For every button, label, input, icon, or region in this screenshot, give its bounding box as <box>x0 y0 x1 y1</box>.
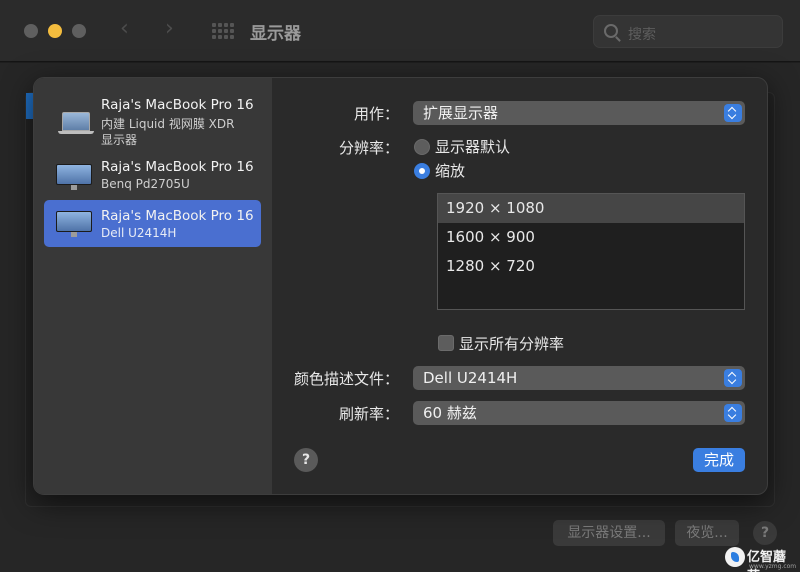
color-profile-label: 颜色描述文件： <box>293 370 399 388</box>
display-name: Raja's MacBook Pro 16 <box>101 159 254 175</box>
popup-arrows-icon <box>724 104 742 122</box>
night-shift-button[interactable]: 夜览... <box>675 520 739 546</box>
close-window-button[interactable] <box>24 24 38 38</box>
monitor-icon <box>56 211 92 237</box>
display-description: 内建 Liquid 视网膜 XDR <box>101 117 235 131</box>
resolution-default-radio[interactable] <box>414 139 430 155</box>
resolution-label: 分辨率： <box>338 139 399 157</box>
show-all-grid-icon[interactable] <box>212 23 234 39</box>
use-as-value: 扩展显示器 <box>423 104 499 122</box>
display-settings-sheet: Raja's MacBook Pro 16 内建 Liquid 视网膜 XDR … <box>33 77 768 495</box>
done-button[interactable]: 完成 <box>693 448 745 472</box>
resolution-list[interactable]: 1920 × 1080 1600 × 900 1280 × 720 <box>437 193 745 310</box>
color-profile-value: Dell U2414H <box>423 369 518 387</box>
back-arrow-icon[interactable]: ‹ <box>120 16 129 41</box>
popup-arrows-icon <box>724 404 742 422</box>
watermark-url: www.yzmg.com <box>749 563 797 570</box>
display-sidebar: Raja's MacBook Pro 16 内建 Liquid 视网膜 XDR … <box>34 78 272 494</box>
window-title: 显示器 <box>250 24 301 44</box>
background-help-button[interactable]: ? <box>753 521 777 545</box>
refresh-rate-label: 刷新率： <box>338 405 399 423</box>
resolution-scaled-label: 缩放 <box>435 162 466 180</box>
popup-arrows-icon <box>724 369 742 387</box>
resolution-row[interactable]: 1600 × 900 <box>438 223 744 252</box>
display-description: Benq Pd2705U <box>101 177 190 191</box>
help-button[interactable]: ? <box>294 448 318 472</box>
show-all-resolutions-checkbox[interactable] <box>438 335 454 351</box>
laptop-icon <box>58 112 94 136</box>
display-settings-content: 用作： 扩展显示器 分辨率： 显示器默认 缩放 1920 × 1080 1600… <box>272 78 767 494</box>
display-name: Raja's MacBook Pro 16 <box>101 97 254 113</box>
display-description: Dell U2414H <box>101 226 177 240</box>
resolution-row[interactable]: 1920 × 1080 <box>438 194 744 223</box>
background-tab-indicator <box>26 93 33 119</box>
use-as-popup[interactable]: 扩展显示器 <box>413 101 745 125</box>
sidebar-item-builtin-display[interactable]: Raja's MacBook Pro 16 内建 Liquid 视网膜 XDR … <box>44 92 261 150</box>
resolution-scaled-radio[interactable] <box>414 163 430 179</box>
watermark: 亿智蘑菇 www.yzmg.com <box>725 545 797 572</box>
display-description-line2: 显示器 <box>101 133 138 147</box>
display-settings-button[interactable]: 显示器设置... <box>553 520 665 546</box>
sidebar-item-benq-display[interactable]: Raja's MacBook Pro 16 Benq Pd2705U <box>44 154 261 198</box>
refresh-rate-value: 60 赫兹 <box>423 404 477 422</box>
refresh-rate-popup[interactable]: 60 赫兹 <box>413 401 745 425</box>
color-profile-popup[interactable]: Dell U2414H <box>413 366 745 390</box>
show-all-resolutions-label: 显示所有分辨率 <box>459 335 565 353</box>
search-icon <box>604 24 618 38</box>
resolution-default-label: 显示器默认 <box>435 138 511 156</box>
display-name: Raja's MacBook Pro 16 <box>101 208 254 224</box>
watermark-logo-icon <box>725 547 745 567</box>
zoom-window-button[interactable] <box>72 24 86 38</box>
search-field[interactable]: 搜索 <box>593 15 783 48</box>
window-titlebar: ‹ › 显示器 搜索 <box>0 0 800 62</box>
sidebar-item-dell-display[interactable]: Raja's MacBook Pro 16 Dell U2414H <box>44 200 261 247</box>
use-as-label: 用作： <box>353 105 399 123</box>
resolution-row[interactable]: 1280 × 720 <box>438 252 744 281</box>
minimize-window-button[interactable] <box>48 24 62 38</box>
monitor-icon <box>56 164 92 190</box>
search-placeholder: 搜索 <box>628 27 656 43</box>
forward-arrow-icon[interactable]: › <box>165 16 174 41</box>
